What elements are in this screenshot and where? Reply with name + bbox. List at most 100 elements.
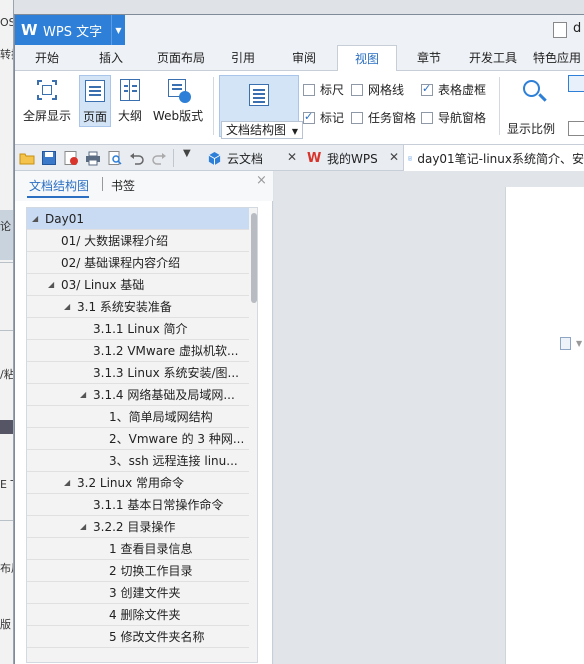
gridlines-label: 网格线 xyxy=(368,83,405,97)
print-preview-icon[interactable] xyxy=(107,150,123,166)
expand-arrow-icon[interactable]: ◢ xyxy=(80,516,86,537)
customize-toolbar-icon[interactable]: ▼ xyxy=(183,148,199,164)
tree-node[interactable]: 4 删除文件夹 xyxy=(27,604,249,626)
doc-structure-label: 文档结构图 xyxy=(226,123,287,137)
expand-arrow-icon[interactable]: ◢ xyxy=(64,472,70,493)
close-tab-icon[interactable]: ✕ xyxy=(389,150,399,164)
expand-arrow-icon[interactable]: ◢ xyxy=(32,208,38,229)
tree-node[interactable]: ◢ 3.1 系统安装准备 xyxy=(27,296,249,318)
gridlines-checkbox-box[interactable] xyxy=(351,83,363,96)
bg-fragment: 转换 xyxy=(0,48,13,61)
ruler-checkbox[interactable]: 标尺 xyxy=(303,81,344,98)
tab-chapter[interactable]: 章节 xyxy=(407,45,451,71)
tree-node-label: 03/ Linux 基础 xyxy=(61,278,145,292)
tree-node[interactable]: 3 创建文件夹 xyxy=(27,582,249,604)
nav-pane-checkbox[interactable]: 导航窗格 xyxy=(421,109,486,126)
wps-window: W WPS 文字 ▼ d 开始 插入 页面布局 引用 审阅 视图 章节 开发工具… xyxy=(14,14,584,664)
scroll-thumb[interactable] xyxy=(251,213,257,303)
bg-fragment: 论 xyxy=(0,220,11,233)
tab-view[interactable]: 视图 xyxy=(337,45,397,72)
tree-node[interactable]: 02/ 基础课程内容介绍 xyxy=(27,252,249,274)
quick-access-toolbar: ▼ 云文档 ✕ W 我的WPS ✕ day01笔记-linux系统简介、安 xyxy=(15,145,584,171)
tab-special[interactable]: 特色应用 xyxy=(533,45,584,71)
page-view-button[interactable]: 页面 xyxy=(79,75,111,127)
tab-insert[interactable]: 插入 xyxy=(85,45,137,71)
tree-node[interactable]: ◢ 3.2.2 目录操作 xyxy=(27,516,249,538)
expand-arrow-icon[interactable]: ◢ xyxy=(64,296,70,317)
tree-node[interactable]: 3.1.3 Linux 系统安装/图... xyxy=(27,362,249,384)
outline-icon xyxy=(117,77,143,103)
tab-start[interactable]: 开始 xyxy=(21,45,73,71)
divider xyxy=(102,177,103,191)
tree-node[interactable]: 5 修改文件夹名称 xyxy=(27,626,249,648)
tree-node[interactable]: ◢ 3.2 Linux 常用命令 xyxy=(27,472,249,494)
markup-checkbox-box[interactable] xyxy=(303,110,315,124)
save-icon[interactable] xyxy=(41,150,57,166)
tree-node[interactable]: 01/ 大数据课程介绍 xyxy=(27,230,249,252)
doc-structure-dropdown[interactable]: 文档结构图 ▼ xyxy=(221,121,303,139)
tab-current-document-label: day01笔记-linux系统简介、安 xyxy=(417,151,584,166)
redo-icon[interactable] xyxy=(151,150,167,166)
wps-logo-icon: W xyxy=(307,150,322,166)
bg-fragment: E T xyxy=(0,478,13,491)
print-icon[interactable] xyxy=(85,150,101,166)
gridlines-checkbox[interactable]: 网格线 xyxy=(351,81,404,98)
paste-options-icon[interactable] xyxy=(560,337,571,350)
tree-node[interactable]: ◢ 03/ Linux 基础 xyxy=(27,274,249,296)
tree-node[interactable]: 3.1.1 Linux 简介 xyxy=(27,318,249,340)
tab-review[interactable]: 审阅 xyxy=(279,45,329,71)
tab-my-wps-label: 我的WPS xyxy=(327,151,378,166)
navigation-pane: 文档结构图 书签 × ◢ Day01 01/ 大数据课程介绍 02/ 基础课程内容介绍… xyxy=(15,171,273,664)
tree-node[interactable]: ◢ Day01 xyxy=(27,208,249,230)
tab-references[interactable]: 引用 xyxy=(221,45,265,71)
close-tab-icon[interactable]: ✕ xyxy=(287,150,297,164)
web-view-button[interactable]: Web版式 xyxy=(149,75,207,127)
tab-page-layout[interactable]: 页面布局 xyxy=(145,45,217,71)
zoom-tool-icon[interactable] xyxy=(568,75,584,92)
task-pane-checkbox-box[interactable] xyxy=(351,111,363,124)
tree-node[interactable]: 1、简单局域网结构 xyxy=(27,406,249,428)
tree-node-label: 01/ 大数据课程介绍 xyxy=(61,234,169,248)
tree-scrollbar[interactable] xyxy=(251,211,258,661)
task-pane-checkbox[interactable]: 任务窗格 xyxy=(351,109,416,126)
close-icon[interactable]: × xyxy=(256,173,267,188)
tab-cloud-docs[interactable]: 云文档 xyxy=(203,145,263,171)
tab-current-document[interactable]: day01笔记-linux系统简介、安 xyxy=(403,145,584,171)
expand-arrow-icon[interactable]: ◢ xyxy=(48,274,54,295)
tab-developer[interactable]: 开发工具 xyxy=(461,45,525,71)
tab-my-wps[interactable]: W 我的WPS xyxy=(303,145,378,171)
ruler-checkbox-box[interactable] xyxy=(303,83,315,96)
user-name[interactable]: d xyxy=(573,21,581,36)
zoom-label[interactable]: 显示比例 xyxy=(507,120,555,137)
markup-checkbox[interactable]: 标记 xyxy=(303,109,344,126)
tree-node[interactable]: 2 切换工作目录 xyxy=(27,560,249,582)
tree-node[interactable]: 1 查看目录信息 xyxy=(27,538,249,560)
table-gridlines-checkbox[interactable]: 表格虚框 xyxy=(421,81,486,98)
open-folder-icon[interactable] xyxy=(19,150,35,166)
fullscreen-button[interactable]: 全屏显示 xyxy=(19,75,75,127)
magnifier-icon[interactable] xyxy=(521,79,547,105)
tree-node-label: 1 查看目录信息 xyxy=(109,542,193,556)
outline-button[interactable]: 大纲 xyxy=(115,75,145,127)
tree-node[interactable]: 3.1.2 VMware 虚拟机软... xyxy=(27,340,249,362)
undo-icon[interactable] xyxy=(129,150,145,166)
tree-node-label: 3.1.3 Linux 系统安装/图... xyxy=(93,366,239,380)
tab-bookmarks[interactable]: 书签 xyxy=(111,177,135,194)
tab-doc-structure[interactable]: 文档结构图 xyxy=(29,177,89,194)
document-canvas: ▼ xyxy=(274,171,584,664)
tree-node[interactable]: 2、Vmware 的 3 种网... xyxy=(27,428,249,450)
chevron-down-icon[interactable]: ▼ xyxy=(111,15,125,45)
app-menu-button[interactable]: W WPS 文字 ▼ xyxy=(15,15,125,45)
tree-node[interactable]: 3.1.1 基本日常操作命令 xyxy=(27,494,249,516)
bg-divider xyxy=(0,520,13,521)
expand-arrow-icon[interactable]: ◢ xyxy=(80,384,86,405)
page-zoom-icon[interactable] xyxy=(568,121,584,136)
chevron-down-icon[interactable]: ▼ xyxy=(576,339,582,348)
export-pdf-icon[interactable] xyxy=(63,150,79,166)
table-gridlines-checkbox-box[interactable] xyxy=(421,82,433,96)
document-page[interactable]: ▼ xyxy=(505,187,584,664)
tree-node[interactable]: ◢ 3.1.4 网络基础及局域网... xyxy=(27,384,249,406)
fullscreen-icon xyxy=(34,77,60,103)
tree-node[interactable]: 3、ssh 远程连接 linu... xyxy=(27,450,249,472)
nav-pane-checkbox-box[interactable] xyxy=(421,111,433,124)
